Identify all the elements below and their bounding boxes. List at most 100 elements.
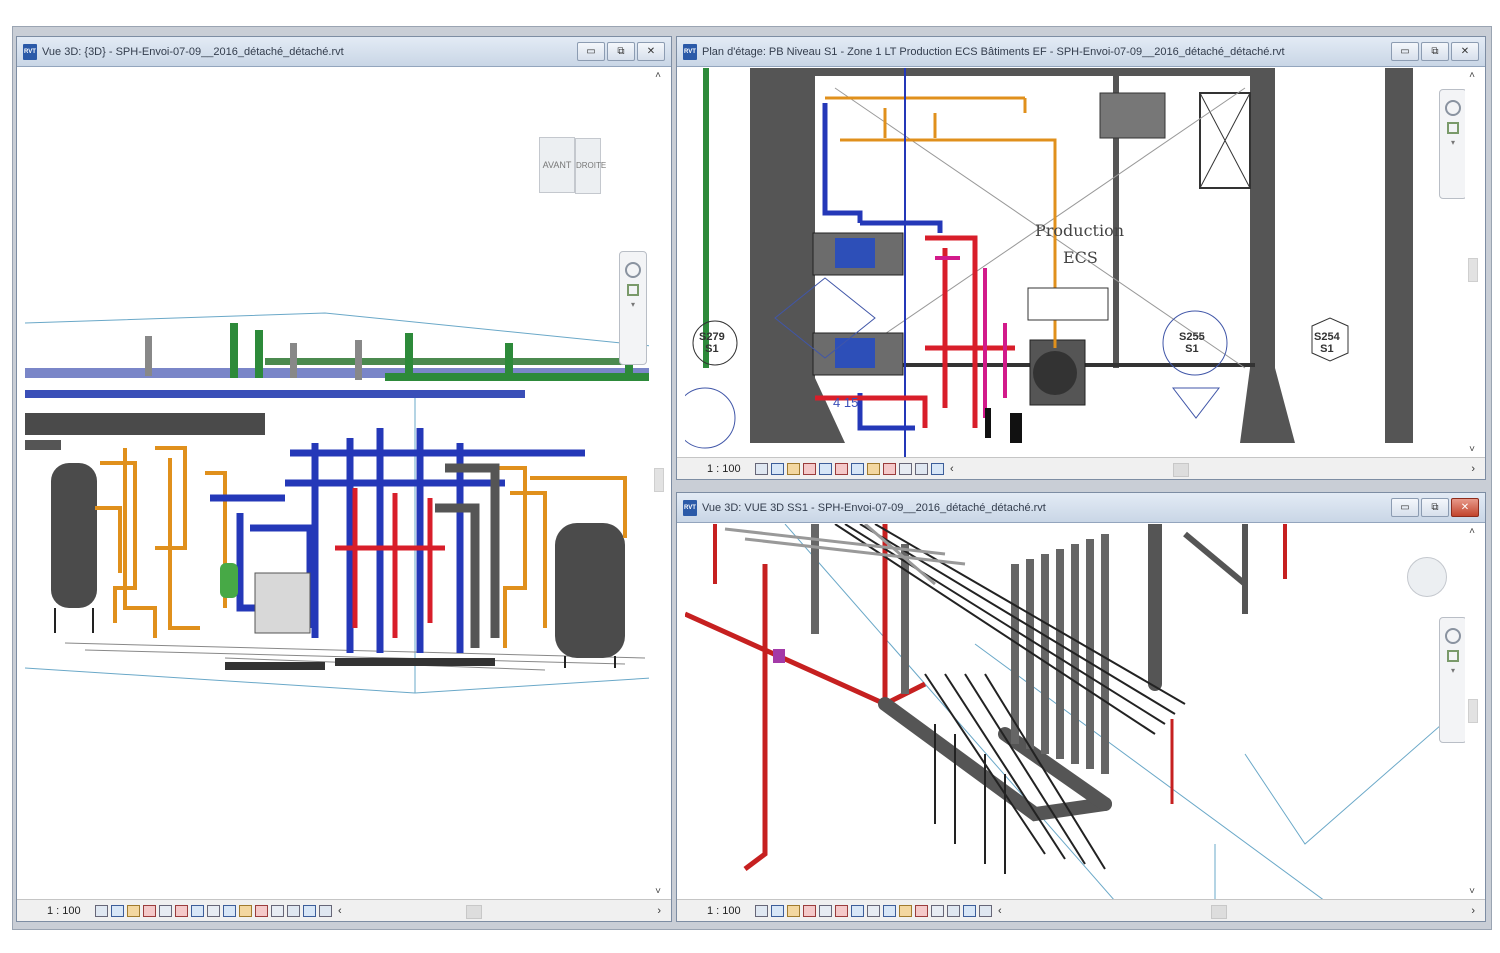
3d-ss1-canvas[interactable] xyxy=(685,524,1463,899)
close-button[interactable]: ✕ xyxy=(637,42,665,61)
minimize-button[interactable]: ▭ xyxy=(1391,498,1419,517)
visual-style-icon[interactable] xyxy=(111,904,124,917)
plan-navigation-bar[interactable]: ▾ xyxy=(1439,89,1467,199)
restore-button[interactable]: ⧉ xyxy=(1421,42,1449,61)
reveal-constraints-icon[interactable] xyxy=(319,904,332,917)
render-icon[interactable] xyxy=(159,904,172,917)
navbar-menu-icon[interactable]: ▾ xyxy=(620,300,646,309)
shadows-icon[interactable] xyxy=(143,904,156,917)
h-scroll-thumb[interactable] xyxy=(1172,462,1189,477)
reveal-hidden-icon[interactable] xyxy=(867,462,880,475)
floor-plan-canvas[interactable]: Production ECS S279 S1 S255 S1 S254 S1 4… xyxy=(685,68,1463,457)
sun-path-icon[interactable] xyxy=(787,462,800,475)
room-name-label-2[interactable]: ECS xyxy=(1063,248,1098,267)
detail-level-icon[interactable] xyxy=(95,904,108,917)
zoom-icon[interactable] xyxy=(627,284,639,296)
scroll-thumb[interactable] xyxy=(654,468,664,492)
view-scale[interactable]: 1 : 100 xyxy=(707,905,755,917)
left-viewcube[interactable]: AVANT DROITE xyxy=(539,137,606,194)
scroll-down-arrow[interactable]: ˅ xyxy=(1465,886,1479,897)
analysis-display-icon[interactable] xyxy=(915,462,928,475)
floor-plan-titlebar[interactable]: RVT Plan d'étage: PB Niveau S1 - Zone 1 … xyxy=(677,37,1485,67)
h-scroll-thumb[interactable] xyxy=(465,904,482,919)
floor-plan-window[interactable]: RVT Plan d'étage: PB Niveau S1 - Zone 1 … xyxy=(676,36,1486,480)
visual-style-icon[interactable] xyxy=(771,462,784,475)
render-icon[interactable] xyxy=(819,904,832,917)
zoom-icon[interactable] xyxy=(1447,650,1459,662)
3d-ss1-titlebar[interactable]: RVT Vue 3D: VUE 3D SS1 - SPH-Envoi-07-09… xyxy=(677,493,1485,523)
close-button[interactable]: ✕ xyxy=(1451,498,1479,517)
navbar-menu-icon[interactable]: ▾ xyxy=(1440,666,1466,675)
scroll-left-arrow[interactable]: ‹ xyxy=(950,463,954,475)
scroll-down-arrow[interactable]: ˅ xyxy=(1465,444,1479,455)
zoom-icon[interactable] xyxy=(1447,122,1459,134)
scroll-down-arrow[interactable]: ˅ xyxy=(651,886,665,897)
analysis-display-icon[interactable] xyxy=(287,904,300,917)
viewcube-home-icon[interactable] xyxy=(1407,557,1447,597)
navbar-menu-icon[interactable]: ▾ xyxy=(1440,138,1466,147)
scroll-up-arrow[interactable]: ˄ xyxy=(651,70,665,81)
restore-button[interactable]: ⧉ xyxy=(1421,498,1449,517)
temporary-properties-icon[interactable] xyxy=(915,904,928,917)
shadows-icon[interactable] xyxy=(803,462,816,475)
h-scroll-thumb[interactable] xyxy=(1210,904,1227,919)
temporary-hide-icon[interactable] xyxy=(851,462,864,475)
analysis-display-icon[interactable] xyxy=(947,904,960,917)
left-horizontal-scrollbar[interactable] xyxy=(356,904,644,919)
unlock-3d-icon[interactable] xyxy=(207,904,220,917)
view-scale[interactable]: 1 : 100 xyxy=(47,905,95,917)
crop-view-icon[interactable] xyxy=(819,462,832,475)
show-crop-icon[interactable] xyxy=(191,904,204,917)
visual-style-icon[interactable] xyxy=(771,904,784,917)
scroll-up-arrow[interactable]: ˄ xyxy=(1465,526,1479,537)
room-name-label[interactable]: Production xyxy=(1035,221,1124,240)
shadows-icon[interactable] xyxy=(803,904,816,917)
minimize-button[interactable]: ▭ xyxy=(577,42,605,61)
unlock-3d-icon[interactable] xyxy=(867,904,880,917)
show-crop-icon[interactable] xyxy=(851,904,864,917)
temporary-hide-icon[interactable] xyxy=(883,904,896,917)
highlight-displacement-icon[interactable] xyxy=(303,904,316,917)
plan-horizontal-scrollbar[interactable] xyxy=(968,462,1458,477)
viewcube-front-face[interactable]: AVANT xyxy=(539,137,575,193)
left-vertical-scrollbar[interactable]: ˄ ˅ xyxy=(651,68,665,899)
highlight-displacement-icon[interactable] xyxy=(963,904,976,917)
show-crop-icon[interactable] xyxy=(835,462,848,475)
scroll-right-arrow[interactable]: › xyxy=(1471,463,1475,475)
left-3d-view-window[interactable]: RVT Vue 3D: {3D} - SPH-Envoi-07-09__2016… xyxy=(16,36,672,922)
temporary-hide-icon[interactable] xyxy=(223,904,236,917)
viewcube-right-face[interactable]: DROITE xyxy=(575,138,606,194)
scroll-left-arrow[interactable]: ‹ xyxy=(338,905,342,917)
reveal-constraints-icon[interactable] xyxy=(931,462,944,475)
ss1-vertical-scrollbar[interactable]: ˄ ˅ xyxy=(1465,524,1479,899)
steering-wheel-icon[interactable] xyxy=(1445,628,1461,644)
temporary-properties-icon[interactable] xyxy=(255,904,268,917)
worksharing-icon[interactable] xyxy=(271,904,284,917)
2d-wheel-icon[interactable] xyxy=(1445,100,1461,116)
scroll-left-arrow[interactable]: ‹ xyxy=(998,905,1002,917)
view-scale[interactable]: 1 : 100 xyxy=(707,463,755,475)
steering-wheel-icon[interactable] xyxy=(625,262,641,278)
room-tag-s254[interactable]: S254 S1 xyxy=(1314,331,1340,355)
crop-view-icon[interactable] xyxy=(835,904,848,917)
minimize-button[interactable]: ▭ xyxy=(1391,42,1419,61)
scroll-thumb[interactable] xyxy=(1468,699,1478,723)
scroll-up-arrow[interactable]: ˄ xyxy=(1465,70,1479,81)
detail-level-icon[interactable] xyxy=(755,462,768,475)
scroll-right-arrow[interactable]: › xyxy=(1471,905,1475,917)
3d-ss1-view-window[interactable]: RVT Vue 3D: VUE 3D SS1 - SPH-Envoi-07-09… xyxy=(676,492,1486,922)
worksharing-icon[interactable] xyxy=(931,904,944,917)
room-tag-s255[interactable]: S255 S1 xyxy=(1179,331,1205,355)
restore-button[interactable]: ⧉ xyxy=(607,42,635,61)
temporary-properties-icon[interactable] xyxy=(883,462,896,475)
crop-view-icon[interactable] xyxy=(175,904,188,917)
ss1-viewcube[interactable] xyxy=(1407,557,1447,597)
ss1-horizontal-scrollbar[interactable] xyxy=(1016,904,1458,919)
close-button[interactable]: ✕ xyxy=(1451,42,1479,61)
ss1-navigation-bar[interactable]: ▾ xyxy=(1439,617,1467,743)
scroll-thumb[interactable] xyxy=(1468,258,1478,282)
plan-vertical-scrollbar[interactable]: ˄ ˅ xyxy=(1465,68,1479,457)
left-window-titlebar[interactable]: RVT Vue 3D: {3D} - SPH-Envoi-07-09__2016… xyxy=(17,37,671,67)
left-navigation-bar[interactable]: ▾ xyxy=(619,251,647,365)
reveal-hidden-icon[interactable] xyxy=(899,904,912,917)
